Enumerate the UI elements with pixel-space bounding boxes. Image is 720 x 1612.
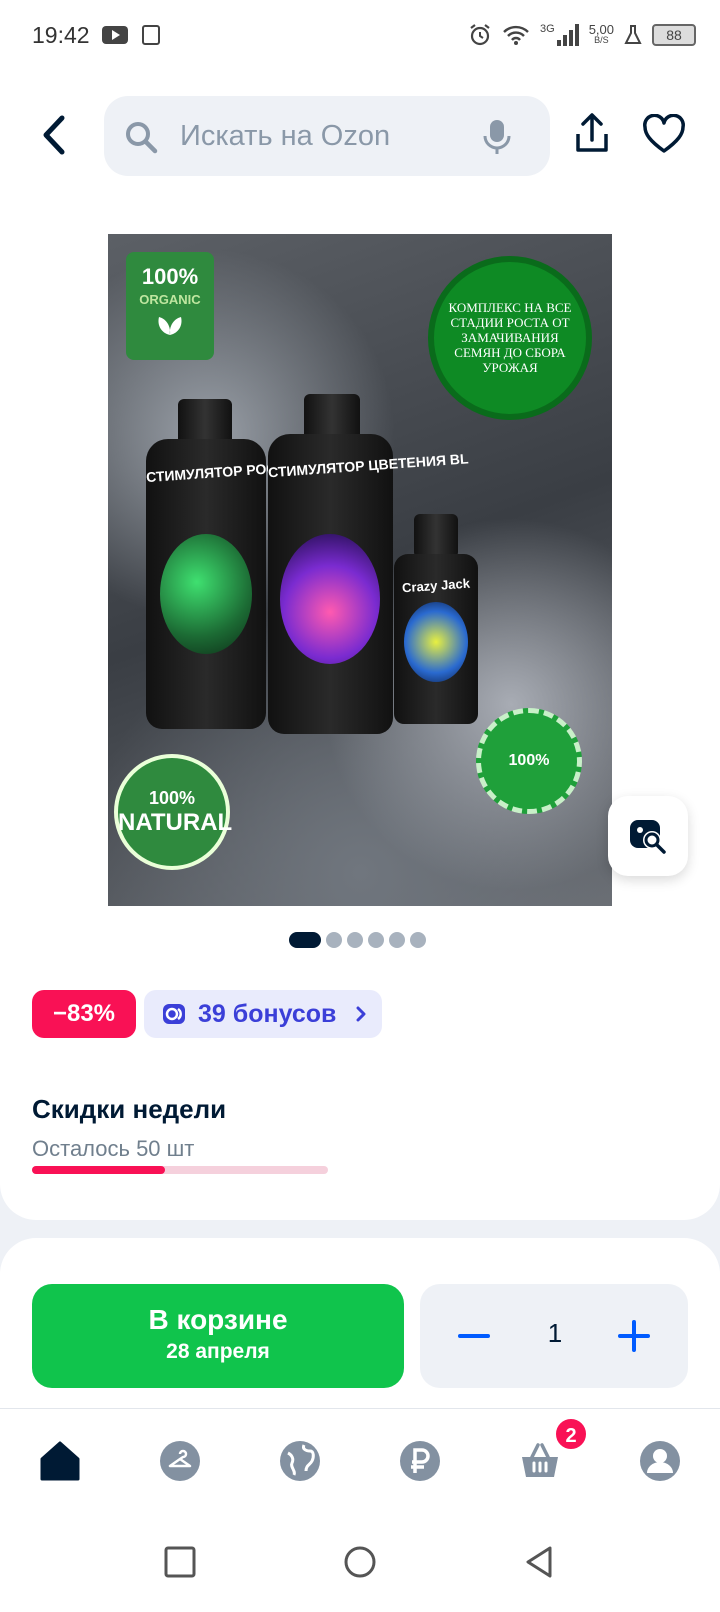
pager-dot[interactable] [389, 932, 405, 948]
pager-dot[interactable] [368, 932, 384, 948]
back-triangle-icon[interactable] [522, 1544, 558, 1580]
organic-badge-percent: 100% [141, 264, 199, 289]
system-nav-bar [0, 1514, 720, 1612]
bonus-icon [163, 1004, 185, 1024]
battery-level: 88 [666, 27, 682, 43]
natural-badge-label: NATURAL [118, 809, 233, 836]
ruble-icon[interactable] [398, 1439, 442, 1483]
product-image[interactable]: 100% ORGANIC КОМПЛЕКС НА ВСЕ СТАДИИ РОСТ… [108, 234, 612, 906]
stock-remaining: Осталось 50 шт [32, 1136, 195, 1161]
hanger-icon[interactable] [158, 1439, 202, 1483]
status-bar: 19:42 3G 5,00 B/S 88 [0, 0, 720, 72]
bonus-label: 39 бонусов [198, 1000, 337, 1028]
bottle-cap [414, 514, 458, 558]
chevron-left-icon [43, 115, 65, 155]
stock-progress-fill [32, 1166, 166, 1174]
home-circle-icon[interactable] [342, 1544, 378, 1580]
pager-dot[interactable] [347, 932, 363, 948]
net-speed-value: 5,00 [588, 22, 614, 37]
search-input[interactable]: Искать на Ozon [104, 96, 550, 176]
in-cart-button[interactable]: В корзине 28 апреля [32, 1284, 404, 1388]
bottle-art [160, 534, 252, 654]
bottle-art [280, 534, 380, 664]
organic-badge: 100% ORGANIC [126, 252, 214, 360]
microphone-icon[interactable] [482, 118, 512, 156]
heart-icon[interactable] [642, 114, 686, 154]
chevron-right-icon [356, 1006, 366, 1022]
visual-search-button[interactable] [608, 796, 688, 876]
bottle-art [404, 602, 468, 682]
globe-icon[interactable] [278, 1439, 322, 1483]
bottom-nav: 2 [0, 1408, 720, 1514]
status-time: 19:42 [32, 22, 90, 48]
complex-seal: КОМПЛЕКС НА ВСЕ СТАДИИ РОСТА ОТ ЗАМАЧИВА… [428, 256, 592, 420]
basket-icon[interactable] [518, 1439, 562, 1483]
in-cart-label: В корзине [148, 1304, 288, 1335]
bottle-grow-label: СТИМУЛЯТОР РОСТА GROW [145, 455, 344, 486]
pager-dot-active[interactable] [289, 932, 321, 948]
image-pager [289, 932, 426, 948]
quantity-stepper: 1 [420, 1284, 688, 1388]
profile-icon[interactable] [638, 1439, 682, 1483]
cart-count-badge: 2 [554, 1417, 588, 1451]
flask-icon [624, 25, 642, 44]
bottle-bloom-label: СТИМУЛЯТОР ЦВЕТЕНИЯ BL [267, 450, 470, 481]
wifi-icon [503, 25, 529, 45]
leaf-icon [158, 317, 182, 335]
minus-icon[interactable] [456, 1318, 492, 1354]
share-icon[interactable] [572, 112, 612, 156]
bottle-crazy-jack-label: Crazy Jack [401, 575, 471, 596]
deal-title: Скидки недели [32, 1094, 227, 1124]
payment-icon [142, 25, 160, 45]
youtube-icon [102, 26, 128, 44]
battery-icon: 88 [652, 24, 696, 46]
natural-badge-percent: 100% [148, 788, 196, 808]
home-icon[interactable] [38, 1439, 82, 1483]
delivery-date: 28 апреля [166, 1340, 270, 1363]
discount-badge: −83% [32, 990, 136, 1038]
bonus-chip[interactable]: 39 бонусов [144, 990, 382, 1038]
stock-progress [32, 1166, 328, 1174]
recent-apps-icon[interactable] [162, 1544, 198, 1580]
status-icons: 3G 5,00 B/S 88 [468, 20, 696, 50]
network-type: 3G [540, 23, 555, 35]
eco-friendly-badge: 100% [476, 708, 582, 814]
natural-badge: 100% NATURAL [114, 754, 233, 870]
image-search-icon [630, 820, 666, 854]
plus-icon[interactable] [616, 1318, 652, 1354]
pager-dot[interactable] [410, 932, 426, 948]
back-button[interactable] [36, 110, 72, 160]
search-icon [126, 122, 158, 154]
alarm-icon [470, 24, 490, 46]
signal-icon: 3G [540, 24, 579, 46]
quantity-value: 1 [547, 1318, 563, 1348]
search-placeholder: Искать на Ozon [180, 120, 391, 152]
pager-dot[interactable] [326, 932, 342, 948]
organic-badge-label: ORGANIC [139, 292, 201, 307]
net-speed: 5,00 B/S [588, 22, 614, 46]
